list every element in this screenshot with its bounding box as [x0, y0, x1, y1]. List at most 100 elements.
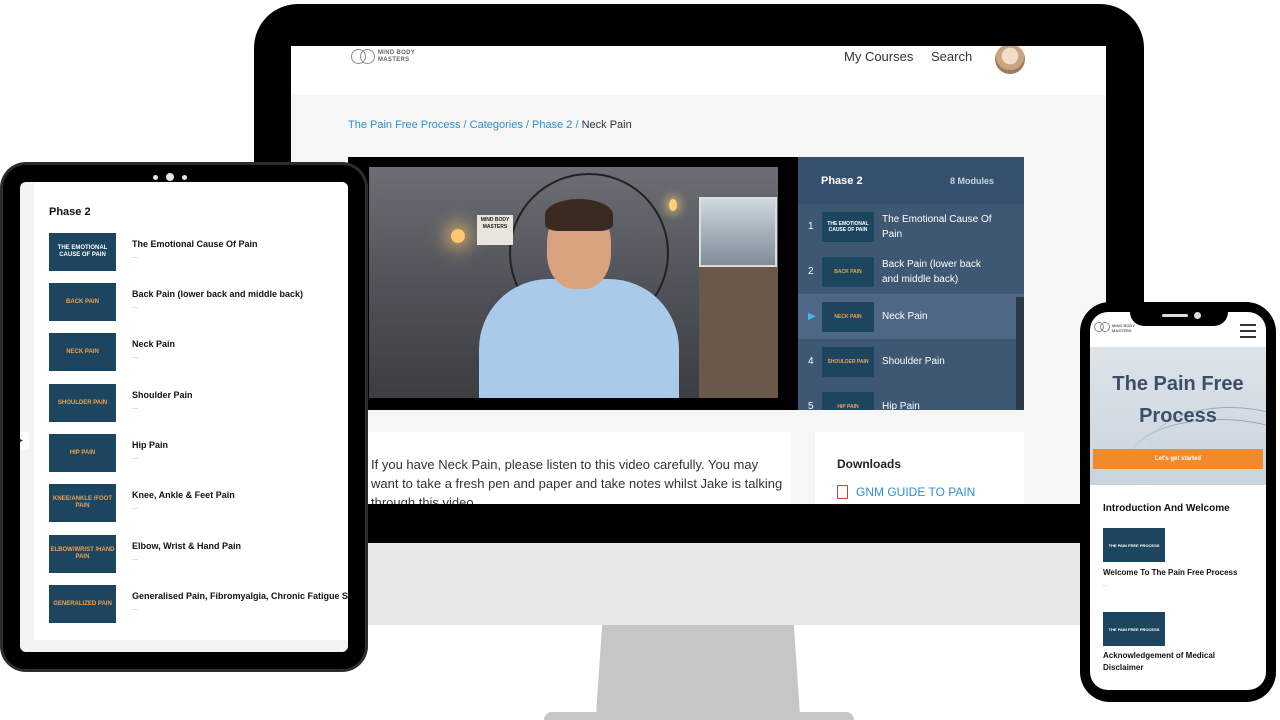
- tablet-module-label: Elbow, Wrist & Hand Pain: [132, 541, 242, 551]
- phone-lesson-dots: ...: [1103, 582, 1109, 588]
- logo-line-1: MIND BODY: [1112, 322, 1135, 328]
- tablet-module-item[interactable]: GENERALIZED PAIN Generalised Pain, Fibro…: [49, 585, 348, 623]
- nav-my-courses[interactable]: My Courses: [844, 49, 913, 64]
- monitor-chin: [254, 543, 1144, 625]
- lesson-description: If you have Neck Pain, please listen to …: [364, 432, 791, 504]
- tablet-module-dots: ...: [132, 353, 138, 360]
- tablet-phase-title: Phase 2: [49, 206, 91, 218]
- get-started-button[interactable]: Let's get started: [1093, 449, 1263, 469]
- video-bg-lamp: [451, 229, 465, 243]
- playlist-item-label: Back Pain (lower back and middle back): [882, 258, 981, 285]
- logo-rings-icon: [351, 48, 375, 66]
- breadcrumb-current: Neck Pain: [581, 119, 632, 131]
- playlist-item[interactable]: 5 HIP PAIN Hip Pain: [798, 384, 1024, 410]
- tablet-module-item[interactable]: THE EMOTIONAL CAUSE OF PAIN The Emotiona…: [49, 233, 258, 271]
- phone-lesson-label[interactable]: Acknowledgement of Medical Disclaimer: [1103, 650, 1253, 674]
- module-playlist: Phase 2 8 Modules 1 THE EMOTIONAL CAUSE …: [798, 157, 1024, 410]
- tablet-module-dots: ...: [132, 504, 138, 511]
- tablet-module-label: Hip Pain: [132, 440, 169, 450]
- tablet-module-label: Generalised Pain, Fibromyalgia, Chronic …: [132, 591, 348, 601]
- playlist-item-number: 5: [808, 401, 814, 410]
- tablet-module-label: The Emotional Cause Of Pain: [132, 239, 258, 249]
- video-player[interactable]: MIND BODY MASTERS: [348, 157, 798, 410]
- logo-line-2: MASTERS: [1112, 327, 1132, 333]
- downloads-title: Downloads: [837, 457, 902, 471]
- tablet-module-dots: ...: [132, 605, 138, 612]
- tablet-module-thumbnail: GENERALIZED PAIN: [49, 585, 116, 623]
- playlist-item-label: Hip Pain: [882, 401, 920, 410]
- playlist-item-thumbnail: SHOULDER PAIN: [822, 346, 874, 377]
- video-bg-artwork: [699, 197, 777, 267]
- logo-line-1: MIND BODY: [378, 50, 416, 56]
- playlist-item[interactable]: 1 THE EMOTIONAL CAUSE OF PAIN The Emotio…: [798, 204, 1024, 249]
- breadcrumb-course[interactable]: The Pain Free Process: [348, 119, 461, 131]
- tablet-module-thumbnail: THE EMOTIONAL CAUSE OF PAIN: [49, 233, 116, 271]
- tablet-module-thumbnail: KNEE/ANKLE /FOOT PAIN: [49, 484, 116, 522]
- hamburger-menu-icon[interactable]: [1240, 324, 1256, 342]
- phone-screen: MIND BODY MASTERS The Pain Free Process …: [1090, 312, 1266, 690]
- playlist-scrollbar[interactable]: [1016, 297, 1024, 410]
- presenter-hair: [545, 199, 613, 231]
- phone-camera-icon: [1194, 312, 1201, 319]
- tablet-module-item[interactable]: BACK PAIN Back Pain (lower back and midd…: [49, 283, 303, 321]
- breadcrumb-phase[interactable]: Phase 2: [532, 119, 572, 131]
- tablet-module-thumbnail: NECK PAIN: [49, 333, 116, 371]
- playlist-header: Phase 2 8 Modules: [798, 157, 1024, 204]
- playlist-item-thumbnail: BACK PAIN: [822, 256, 874, 287]
- playlist-item-active[interactable]: ▶ NECK PAIN Neck Pain: [798, 294, 1024, 339]
- tablet-module-item[interactable]: ELBOW/WRIST /HAND PAIN Elbow, Wrist & Ha…: [49, 535, 241, 573]
- tablet-module-dots: ...: [132, 253, 138, 260]
- breadcrumb-sep: /: [522, 119, 533, 131]
- pdf-icon: [837, 485, 848, 499]
- presenter-body: [479, 279, 679, 398]
- site-logo[interactable]: MIND BODY MASTERS: [351, 48, 415, 66]
- site-header: MIND BODY MASTERS My Courses Search: [291, 46, 1106, 95]
- phone-site-logo[interactable]: MIND BODY MASTERS: [1094, 322, 1135, 333]
- playlist-item-label: Neck Pain: [882, 311, 928, 322]
- tablet-sidebar-toggle-icon[interactable]: ▸: [20, 432, 29, 450]
- breadcrumb-sep: /: [460, 119, 470, 131]
- playlist-item-label: Shoulder Pain: [882, 356, 945, 367]
- tablet-module-label: Back Pain (lower back and middle back): [132, 289, 304, 299]
- tablet-module-thumbnail: SHOULDER PAIN: [49, 384, 116, 422]
- phone-lesson-label[interactable]: Welcome To The Pain Free Process: [1103, 567, 1253, 579]
- tablet-module-dots: ...: [132, 454, 138, 461]
- tablet-module-thumbnail: HIP PAIN: [49, 434, 116, 472]
- playlist-title: Phase 2: [821, 174, 863, 187]
- playlist-item[interactable]: 4 SHOULDER PAIN Shoulder Pain: [798, 339, 1024, 384]
- tablet-module-label: Neck Pain: [132, 339, 176, 349]
- tablet-module-item[interactable]: KNEE/ANKLE /FOOT PAIN Knee, Ankle & Feet…: [49, 484, 235, 522]
- tablet-module-dots: ...: [132, 555, 138, 562]
- device-mockup-stage: MIND BODY MASTERS My Courses Search The …: [0, 0, 1280, 720]
- screen-bottom-bezel: [360, 504, 1078, 543]
- video-bg-sign: MIND BODY MASTERS: [477, 215, 513, 245]
- playlist-item[interactable]: 2 BACK PAIN Back Pain (lower back and mi…: [798, 249, 1024, 294]
- tablet-module-dots: ...: [132, 404, 138, 411]
- playlist-module-count: 8 Modules: [949, 175, 994, 186]
- playlist-item-number: 1: [808, 221, 814, 232]
- tablet-camera-icon: [153, 173, 187, 181]
- tablet-module-item[interactable]: SHOULDER PAIN Shoulder Pain...: [49, 384, 193, 422]
- phone-hero-title: The Pain Free Process: [1112, 373, 1244, 427]
- user-avatar[interactable]: [995, 46, 1025, 74]
- download-link[interactable]: GNM GUIDE TO PAIN: [837, 485, 1002, 499]
- monitor-stand: [596, 625, 800, 715]
- breadcrumb-categories[interactable]: Categories: [470, 119, 523, 131]
- video-frame[interactable]: MIND BODY MASTERS: [369, 167, 778, 398]
- phone-lesson-thumbnail[interactable]: THE PAIN FREE PROCESS: [1103, 528, 1165, 562]
- downloads-panel: Downloads GNM GUIDE TO PAIN: [815, 432, 1024, 504]
- tablet-module-label: Shoulder Pain: [132, 390, 193, 400]
- tablet-screen: Phase 2 THE EMOTIONAL CAUSE OF PAIN The …: [20, 182, 348, 652]
- logo-rings-icon: [1094, 322, 1110, 333]
- tablet-module-dots: ...: [132, 303, 138, 310]
- play-icon: ▶: [808, 311, 816, 322]
- playlist-item-label: The Emotional Cause Of Pain: [882, 213, 992, 240]
- phone-lesson-thumbnail[interactable]: THE PAIN FREE PROCESS: [1103, 612, 1165, 646]
- tablet-module-item[interactable]: HIP PAIN Hip Pain...: [49, 434, 168, 472]
- playlist-item-number: 4: [808, 356, 814, 367]
- tablet-module-item[interactable]: NECK PAIN Neck Pain...: [49, 333, 175, 371]
- nav-search[interactable]: Search: [931, 49, 972, 64]
- tablet-module-thumbnail: BACK PAIN: [49, 283, 116, 321]
- download-file-name: GNM GUIDE TO PAIN: [856, 485, 976, 499]
- video-bg-bulb: [669, 199, 677, 211]
